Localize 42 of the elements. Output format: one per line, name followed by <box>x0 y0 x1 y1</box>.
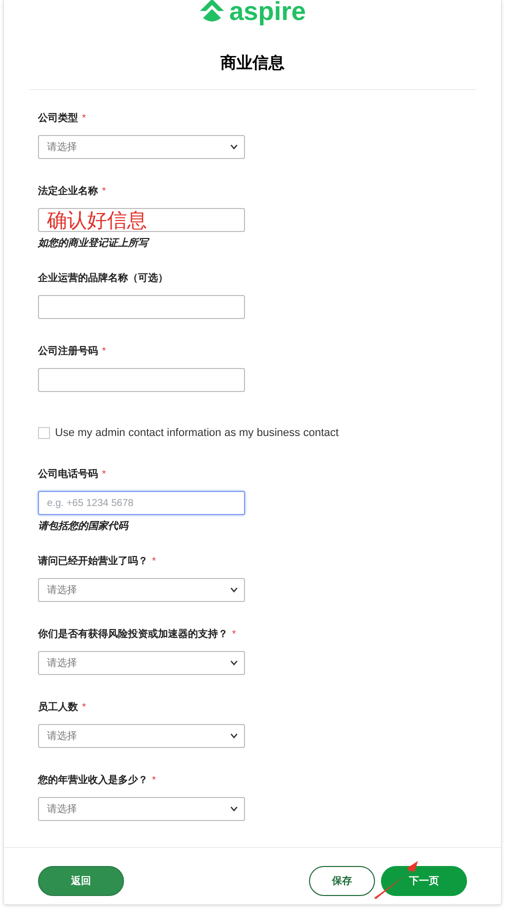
select-field[interactable]: 请选择 <box>38 724 245 748</box>
input-field[interactable]: e.g. +65 1234 5678 <box>38 491 245 515</box>
select-field[interactable]: 请选择 <box>38 135 245 159</box>
select-field[interactable]: 请选择 <box>38 651 245 675</box>
checkbox-label: Use my admin contact information as my business contact <box>55 426 339 441</box>
chevron-down-icon <box>230 587 238 593</box>
chevron-down-icon <box>230 733 238 739</box>
field-label: 请问已经开始营业了吗？ <box>38 555 148 569</box>
chevron-down-icon <box>230 660 238 666</box>
required-mark: * <box>82 701 86 715</box>
required-mark: * <box>232 628 236 642</box>
annotation-arrow <box>372 858 420 900</box>
next-button[interactable]: 下一页 <box>381 866 467 896</box>
field-label: 您的年营业收入是多少？ <box>38 774 148 788</box>
page-title: 商业信息 <box>220 54 286 74</box>
field-label: 公司类型 <box>38 112 78 126</box>
required-mark: * <box>102 345 106 359</box>
required-mark: * <box>82 112 86 126</box>
save-button[interactable]: 保存 <box>309 866 375 896</box>
logo-icon <box>199 0 226 24</box>
chevron-down-icon <box>230 144 238 150</box>
logo-text: aspire <box>229 0 306 24</box>
select-field[interactable]: 请选择 <box>38 797 245 821</box>
checkbox[interactable] <box>38 427 50 439</box>
required-mark: * <box>102 468 106 482</box>
required-mark: * <box>152 555 156 569</box>
input-field[interactable] <box>38 368 245 392</box>
field-label: 法定企业名称 <box>38 185 98 199</box>
required-mark: * <box>102 185 106 199</box>
field-label: 员工人数 <box>38 701 78 715</box>
select-field[interactable]: 请选择 <box>38 578 245 602</box>
input-field[interactable] <box>38 295 245 319</box>
required-mark: * <box>152 774 156 788</box>
field-label: 公司电话号码 <box>38 468 98 482</box>
field-hint: 如您的商业登记证上所写 <box>38 238 150 250</box>
field-hint: 请包括您的国家代码 <box>38 521 130 533</box>
field-label: 企业运营的品牌名称（可选） <box>38 272 168 286</box>
input-field[interactable]: 确认好信息 <box>38 208 245 232</box>
field-label: 公司注册号码 <box>38 345 98 359</box>
field-label: 你们是否有获得风险投资或加速器的支持？ <box>38 628 228 642</box>
back-button[interactable]: 返回 <box>38 866 124 896</box>
chevron-down-icon <box>230 806 238 812</box>
